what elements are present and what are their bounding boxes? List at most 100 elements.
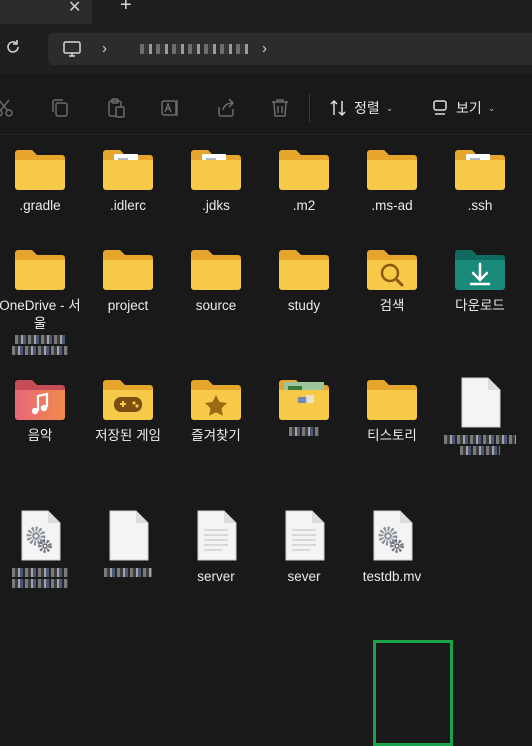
file-item-label: 즐겨찾기 [191,428,241,443]
redacted-text [12,346,68,355]
file-item-label: .gradle [19,198,61,213]
folder-icon [278,247,330,291]
file-item-study[interactable]: study [259,247,349,315]
folder-icon [102,247,154,291]
folder-star-icon [190,377,242,421]
file-item-project[interactable]: project [83,247,173,315]
chevron-down-icon: ⌄ [385,102,394,113]
folder-game-icon [102,377,154,421]
folder-docs-icon [102,147,154,191]
file-item-testdb-mv[interactable]: testdb.mv [347,510,437,586]
sort-button[interactable]: 정렬 ⌄ [328,96,393,120]
folder-icon [278,147,330,191]
delete-icon[interactable] [268,96,292,120]
file-item-label: 티스토리 [367,428,417,443]
file-item-idlerc[interactable]: .idlerc [83,147,173,215]
file-item-label: server [197,569,235,584]
new-tab-icon[interactable]: + [120,0,132,17]
folder-icon [14,147,66,191]
file-item-item-18[interactable] [0,510,85,588]
file-item-음악[interactable]: 음악 [0,377,85,445]
folder-image-icon [278,377,330,421]
file-item-다운로드[interactable]: 다운로드 [435,247,525,315]
file-item-label: testdb.mv [362,569,422,584]
file-item-source[interactable]: source [171,247,261,315]
redacted-text [289,427,319,436]
file-item-티스토리[interactable]: 티스토리 [347,377,437,445]
share-icon[interactable] [214,96,238,120]
file-item-label: 저장된 게임 [95,428,161,443]
breadcrumb-chevron-icon[interactable]: › [262,40,267,57]
folder-icon [366,147,418,191]
file-item-item-15[interactable] [259,377,349,436]
file-item-label: sever [287,569,321,584]
file-item-저장된-게임[interactable]: 저장된 게임 [83,377,173,445]
redacted-text [104,568,152,577]
address-bar: › › [0,24,532,74]
file-item-sever[interactable]: sever [259,510,349,586]
file-item-label: OneDrive - 서울 [0,298,81,331]
file-item-onedrive-서울[interactable]: OneDrive - 서울 [0,247,85,355]
file-item-label: 음악 [27,428,53,443]
breadcrumb-user[interactable] [140,44,248,54]
view-icon [433,100,447,115]
selection-highlight [373,640,453,746]
folder-music-icon [14,377,66,421]
file-gear-icon [14,510,66,562]
file-item-gradle[interactable]: .gradle [0,147,85,215]
command-toolbar: 정렬 ⌄ 보기 ⌄ [0,82,532,135]
toolbar-divider [309,94,310,122]
folder-icon [366,377,418,421]
file-grid: .gradle .idlerc .jdks .m2 .ms-ad .ssh On… [0,135,532,746]
file-item-ssh[interactable]: .ssh [435,147,525,215]
file-item-label: .ms-ad [371,198,413,213]
file-item-검색[interactable]: 검색 [347,247,437,315]
folder-search-icon [366,247,418,291]
file-item-label: study [287,298,321,313]
monitor-icon [62,40,82,58]
file-item-server[interactable]: server [171,510,261,586]
file-lines-icon [278,510,330,562]
view-label: 보기 [456,100,482,116]
view-button[interactable]: 보기 ⌄ [430,96,495,120]
file-item-item-19[interactable] [83,510,173,577]
paste-icon[interactable] [104,96,128,120]
file-item-jdks[interactable]: .jdks [171,147,261,215]
close-tab-icon[interactable]: ✕ [68,0,81,17]
file-item-label: .ssh [467,198,493,213]
file-item-label: .idlerc [109,198,146,213]
file-item-label: 다운로드 [455,298,505,313]
active-tab[interactable]: ✕ [0,0,92,24]
file-blank-icon [102,510,154,562]
chevron-down-icon: ⌄ [487,102,496,113]
file-item-label: 검색 [379,298,405,313]
file-item-label: project [107,298,149,313]
file-item-label: source [195,298,237,313]
file-item-ms-ad[interactable]: .ms-ad [347,147,437,215]
file-lines-icon [190,510,242,562]
file-item-즐겨찾기[interactable]: 즐겨찾기 [171,377,261,445]
folder-icon [14,247,66,291]
rename-icon[interactable] [158,96,182,120]
file-blank-icon [454,377,506,429]
folder-docs-icon [190,147,242,191]
redacted-text [444,435,516,444]
cut-icon[interactable] [0,96,16,120]
redacted-text [12,568,68,577]
tab-bar: ✕ + [0,0,532,24]
file-item-item-17[interactable] [435,377,525,455]
file-gear-icon [366,510,418,562]
redacted-text [460,446,500,455]
file-item-label: .jdks [202,198,230,213]
file-item-m2[interactable]: .m2 [259,147,349,215]
sort-label: 정렬 [354,100,380,116]
address-field[interactable]: › › [48,33,532,65]
sort-icon [330,99,346,117]
refresh-icon[interactable] [4,38,22,56]
breadcrumb-chevron-icon[interactable]: › [102,40,107,57]
folder-download-icon [454,247,506,291]
redacted-text [12,579,68,588]
folder-docs-icon [454,147,506,191]
copy-icon[interactable] [48,96,72,120]
file-item-label: .m2 [292,198,316,213]
